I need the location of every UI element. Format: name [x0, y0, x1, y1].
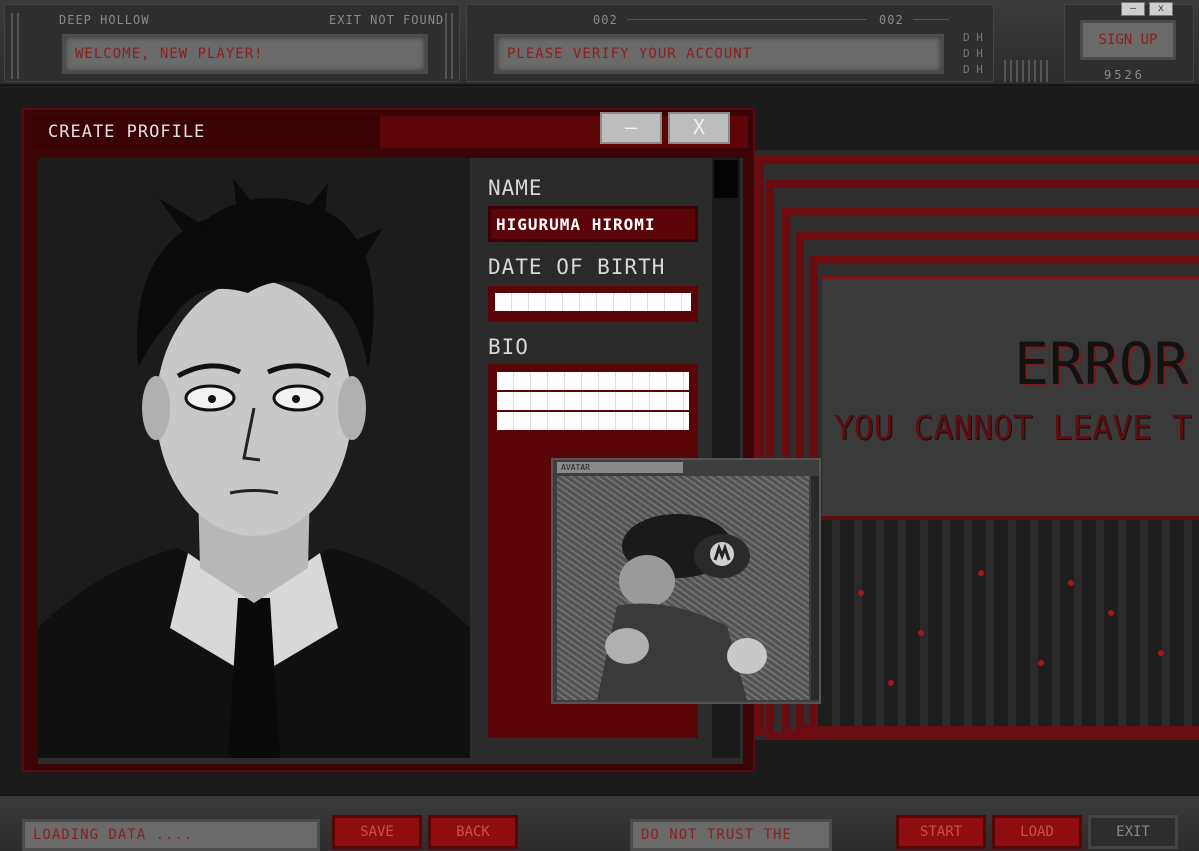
dh-label: D H [963, 31, 983, 44]
vent-grille [1004, 60, 1048, 82]
welcome-message-field: WELCOME, NEW PLAYER! [62, 34, 428, 74]
sign-up-button[interactable]: SIGN UP [1080, 20, 1176, 60]
avatar-title: AVATAR [557, 462, 683, 473]
warning-message-field: DO NOT TRUST THE .... [630, 819, 832, 851]
dh-label: D H [963, 63, 983, 76]
portrait-illustration [38, 158, 470, 758]
avatar-illustration [557, 476, 809, 700]
divider-line [627, 19, 867, 20]
verify-account-field: PLEASE VERIFY YOUR ACCOUNT [494, 34, 944, 74]
input-segments [497, 392, 689, 410]
avatar-image[interactable] [557, 476, 809, 700]
load-button[interactable]: LOAD [992, 815, 1082, 849]
profile-portrait-image [38, 158, 470, 758]
window-minimize-button[interactable]: — [1121, 2, 1145, 16]
back-button[interactable]: BACK [428, 815, 518, 849]
divider-line [913, 19, 949, 20]
dh-label: D H [963, 47, 983, 60]
scrollbar-thumb[interactable] [714, 160, 738, 198]
date-of-birth-label: DATE OF BIRTH [488, 255, 666, 279]
avatar-scrollbar[interactable] [811, 476, 819, 700]
exit-button[interactable]: EXIT [1088, 815, 1178, 849]
start-button[interactable]: START [896, 815, 986, 849]
dh-indicator: D H D H D H [963, 30, 983, 78]
glitch-forest-image [818, 516, 1199, 726]
input-segments [497, 372, 689, 390]
session-code: 9526 [1104, 68, 1145, 82]
bio-label: BIO [488, 335, 529, 359]
top-panel-left-status: EXIT NOT FOUND [329, 13, 445, 27]
window-close-button[interactable]: x [1149, 2, 1173, 16]
vent-grille [11, 13, 19, 79]
profile-minimize-button[interactable]: — [600, 112, 662, 144]
profile-close-button[interactable]: X [668, 112, 730, 144]
profile-title: CREATE PROFILE [48, 122, 206, 142]
name-label: NAME [488, 176, 543, 200]
error-message: YOU CANNOT LEAVE T [834, 408, 1192, 447]
top-panel-left-title: DEEP HOLLOW [59, 13, 150, 27]
input-segments [497, 412, 689, 430]
save-button[interactable]: SAVE [332, 815, 422, 849]
vent-grille [445, 13, 453, 79]
top-bar: DEEP HOLLOW EXIT NOT FOUND WELCOME, NEW … [0, 0, 1199, 86]
avatar-window: AVATAR [551, 458, 821, 704]
top-panel-center-counter-2: 002 [879, 13, 904, 27]
input-segments [495, 293, 691, 311]
error-title: ERROR [1014, 330, 1189, 398]
date-of-birth-input[interactable] [488, 286, 698, 322]
loading-status-field: LOADING DATA .... [22, 819, 320, 851]
top-panel-center-counter: 002 [593, 13, 618, 27]
name-input[interactable]: HIGURUMA HIROMI [488, 206, 698, 242]
